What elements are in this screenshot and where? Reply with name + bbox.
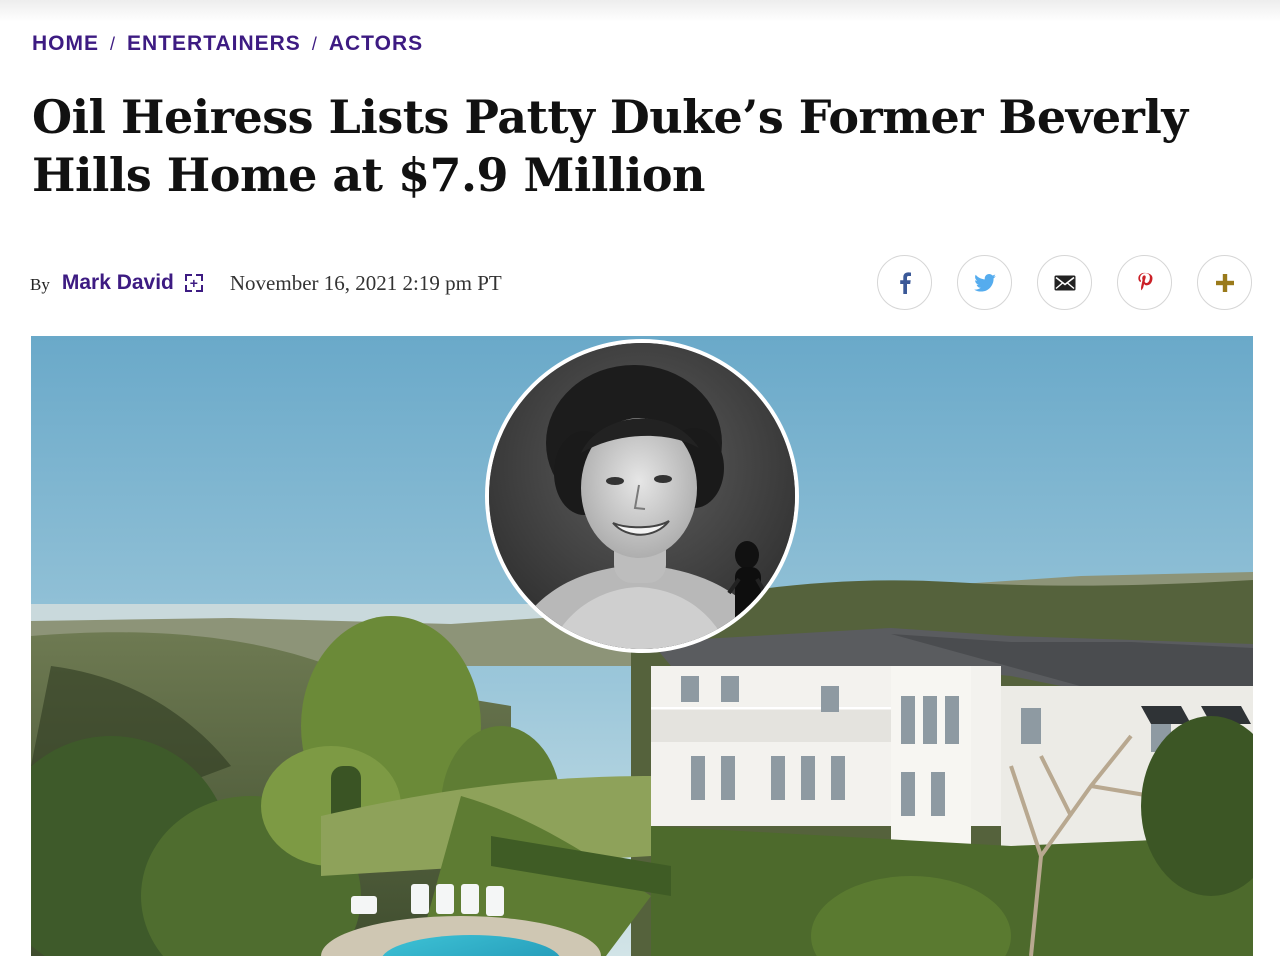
browser-top-shade — [0, 0, 1280, 22]
byline-prefix: By — [30, 274, 50, 294]
twitter-share-button[interactable] — [957, 255, 1012, 310]
facebook-icon — [899, 271, 911, 294]
twitter-icon — [973, 273, 996, 292]
breadcrumb-actors[interactable]: ACTORS — [329, 32, 423, 56]
author-link[interactable]: Mark David — [62, 271, 174, 295]
more-share-button[interactable] — [1197, 255, 1252, 310]
patty-duke-portrait — [485, 339, 799, 653]
email-share-button[interactable] — [1037, 255, 1092, 310]
breadcrumb-entertainers[interactable]: ENTERTAINERS — [127, 32, 301, 56]
breadcrumb: HOME / ENTERTAINERS / ACTORS — [32, 32, 423, 56]
pinterest-icon — [1137, 272, 1152, 290]
breadcrumb-home[interactable]: HOME — [32, 32, 99, 56]
portrait-photo — [489, 343, 795, 649]
follow-author-icon[interactable]: + — [184, 273, 204, 293]
breadcrumb-separator: / — [311, 33, 318, 54]
plus-icon — [1215, 273, 1234, 292]
pinterest-share-button[interactable] — [1117, 255, 1172, 310]
article-headline: Oil Heiress Lists Patty Duke’s Former Be… — [32, 90, 1188, 202]
facebook-share-button[interactable] — [877, 255, 932, 310]
publish-date: November 16, 2021 2:19 pm PT — [229, 270, 502, 295]
breadcrumb-separator: / — [110, 33, 117, 54]
byline: By Mark David + November 16, 2021 2:19 p… — [30, 266, 502, 300]
email-icon — [1054, 275, 1075, 290]
share-bar — [877, 255, 1252, 310]
